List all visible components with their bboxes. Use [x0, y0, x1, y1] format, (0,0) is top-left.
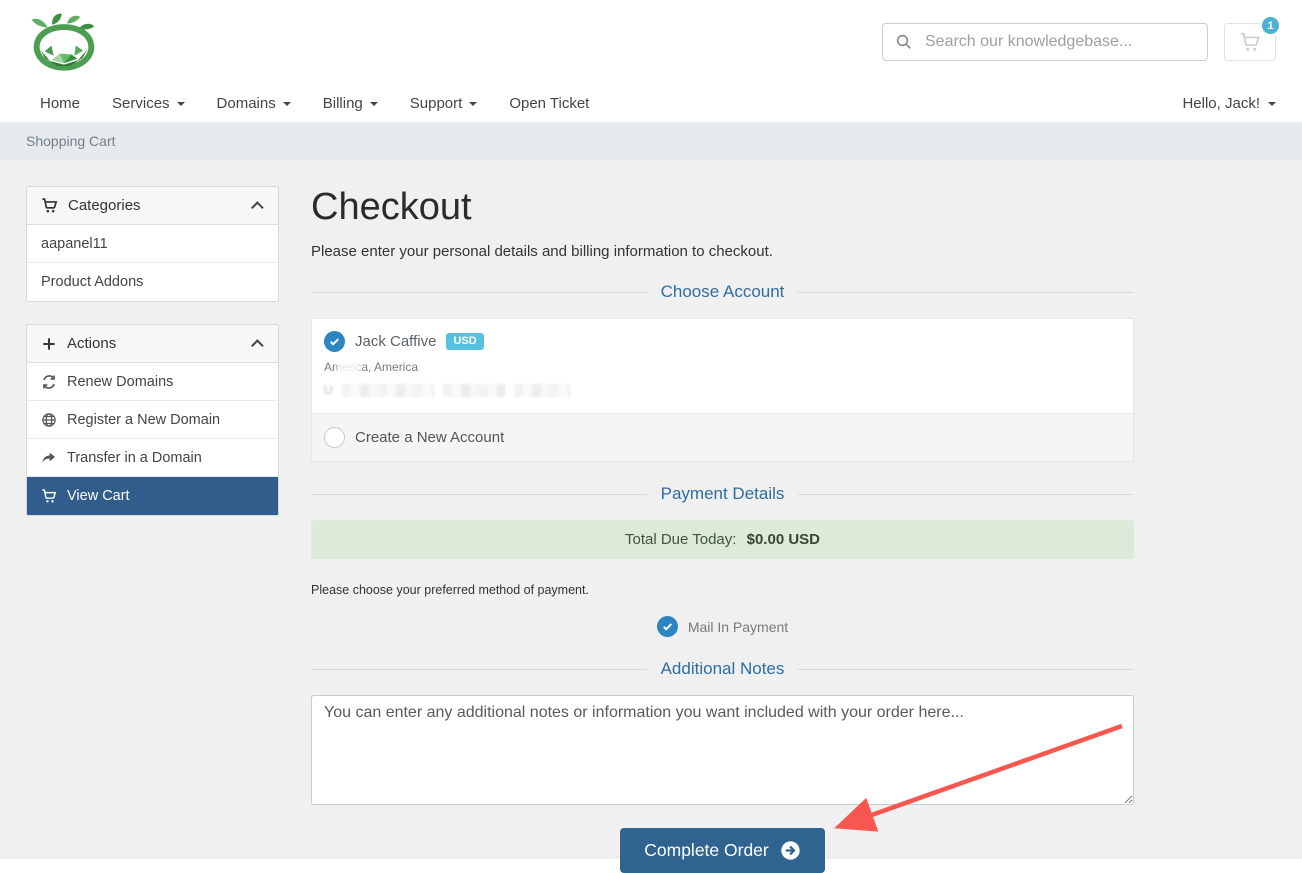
cart-icon [41, 488, 57, 504]
main-nav: Home Services Domains Billing Support Op… [0, 84, 1302, 122]
chevron-up-icon [251, 339, 264, 352]
arrow-circle-right-icon [780, 840, 801, 861]
panel-title: Actions [67, 335, 116, 352]
sidebar-item-transfer-domain[interactable]: Transfer in a Domain [27, 439, 278, 477]
nav-domains[interactable]: Domains [201, 95, 307, 112]
sidebar: Categories aapanel11 Product Addons Acti… [26, 186, 279, 516]
page-title: Checkout [311, 186, 1134, 229]
cart-icon [41, 197, 58, 214]
nav-services[interactable]: Services [96, 95, 201, 112]
refresh-icon [41, 374, 57, 390]
nav-label: Domains [217, 95, 276, 112]
search-input[interactable] [923, 32, 1195, 52]
account-name: Jack Caffive [355, 333, 436, 350]
sidebar-item-label: Transfer in a Domain [67, 450, 202, 466]
breadcrumb-label: Shopping Cart [26, 133, 116, 149]
section-payment-details: Payment Details [311, 484, 1134, 504]
cart-count-badge: 1 [1260, 15, 1281, 36]
section-heading-label: Payment Details [647, 484, 799, 503]
complete-order-button[interactable]: Complete Order [620, 828, 825, 873]
payment-hint: Please choose your preferred method of p… [311, 583, 1134, 597]
categories-panel: Categories aapanel11 Product Addons [26, 186, 279, 302]
account-selector: Jack Caffive USD America, America U Crea… [311, 318, 1134, 462]
total-due-label: Total Due Today: [625, 531, 736, 548]
actions-panel-header[interactable]: Actions [27, 325, 278, 363]
knowledgebase-search [882, 23, 1208, 61]
radio-checked-icon[interactable] [324, 331, 345, 352]
panel-title: Categories [68, 197, 141, 214]
nav-label: Open Ticket [509, 95, 589, 112]
company-logo [26, 13, 102, 75]
sidebar-item-label: aapanel11 [41, 236, 108, 252]
page-subtitle: Please enter your personal details and b… [311, 243, 1134, 260]
plus-icon [41, 336, 57, 352]
section-choose-account: Choose Account [311, 282, 1134, 302]
sidebar-item-label: View Cart [67, 488, 130, 504]
greeting-label: Hello, Jack! [1182, 95, 1260, 112]
create-account-label: Create a New Account [355, 429, 504, 446]
nav-open-ticket[interactable]: Open Ticket [493, 95, 605, 112]
section-additional-notes: Additional Notes [311, 659, 1134, 679]
nav-label: Home [40, 95, 80, 112]
account-option-existing[interactable]: Jack Caffive USD America, America U [312, 319, 1133, 413]
caret-down-icon [177, 102, 185, 106]
search-icon [895, 33, 913, 51]
sidebar-item-label: Register a New Domain [67, 412, 220, 428]
sidebar-item-label: Product Addons [41, 274, 143, 290]
sidebar-item-aapanel11[interactable]: aapanel11 [27, 225, 278, 263]
breadcrumb: Shopping Cart [0, 122, 1302, 160]
payment-method-label: Mail In Payment [688, 619, 788, 635]
total-due-alert: Total Due Today: $0.00 USD [311, 520, 1134, 559]
cart-button[interactable]: 1 [1224, 23, 1276, 61]
radio-checked-icon[interactable] [657, 616, 678, 637]
currency-badge: USD [446, 333, 483, 350]
categories-panel-header[interactable]: Categories [27, 187, 278, 225]
nav-billing[interactable]: Billing [307, 95, 394, 112]
sidebar-item-product-addons[interactable]: Product Addons [27, 263, 278, 301]
transfer-icon [41, 450, 57, 466]
redacted-address-line: U [324, 383, 1121, 397]
checkout-main: Checkout Please enter your personal deta… [311, 186, 1134, 873]
nav-support[interactable]: Support [394, 95, 494, 112]
cart-icon [1239, 31, 1261, 53]
chevron-up-icon [251, 201, 264, 214]
nav-label: Support [410, 95, 463, 112]
additional-notes-input[interactable] [311, 695, 1134, 805]
account-option-new[interactable]: Create a New Account [312, 413, 1133, 461]
sidebar-item-register-domain[interactable]: Register a New Domain [27, 401, 278, 439]
sidebar-item-view-cart[interactable]: View Cart [27, 477, 278, 515]
total-due-value: $0.00 USD [747, 531, 820, 548]
caret-down-icon [1268, 102, 1276, 106]
section-heading-label: Additional Notes [647, 659, 799, 678]
complete-order-row: Complete Order [311, 828, 1134, 873]
nav-home[interactable]: Home [26, 95, 96, 112]
section-heading-label: Choose Account [647, 282, 799, 301]
redaction-blur [337, 358, 361, 375]
nav-label: Billing [323, 95, 363, 112]
sidebar-item-renew-domains[interactable]: Renew Domains [27, 363, 278, 401]
page-content: Categories aapanel11 Product Addons Acti… [0, 160, 1302, 859]
caret-down-icon [469, 102, 477, 106]
account-menu[interactable]: Hello, Jack! [1182, 95, 1276, 112]
sidebar-item-label: Renew Domains [67, 374, 173, 390]
nav-label: Services [112, 95, 170, 112]
account-location: America, America [324, 360, 418, 374]
globe-icon [41, 412, 57, 428]
complete-order-label: Complete Order [644, 840, 769, 861]
payment-method-mail-in[interactable]: Mail In Payment [311, 616, 1134, 637]
caret-down-icon [283, 102, 291, 106]
radio-unchecked-icon[interactable] [324, 427, 345, 448]
caret-down-icon [370, 102, 378, 106]
top-header: 1 [0, 0, 1302, 84]
actions-panel: Actions Renew Domains Register a New Dom… [26, 324, 279, 516]
